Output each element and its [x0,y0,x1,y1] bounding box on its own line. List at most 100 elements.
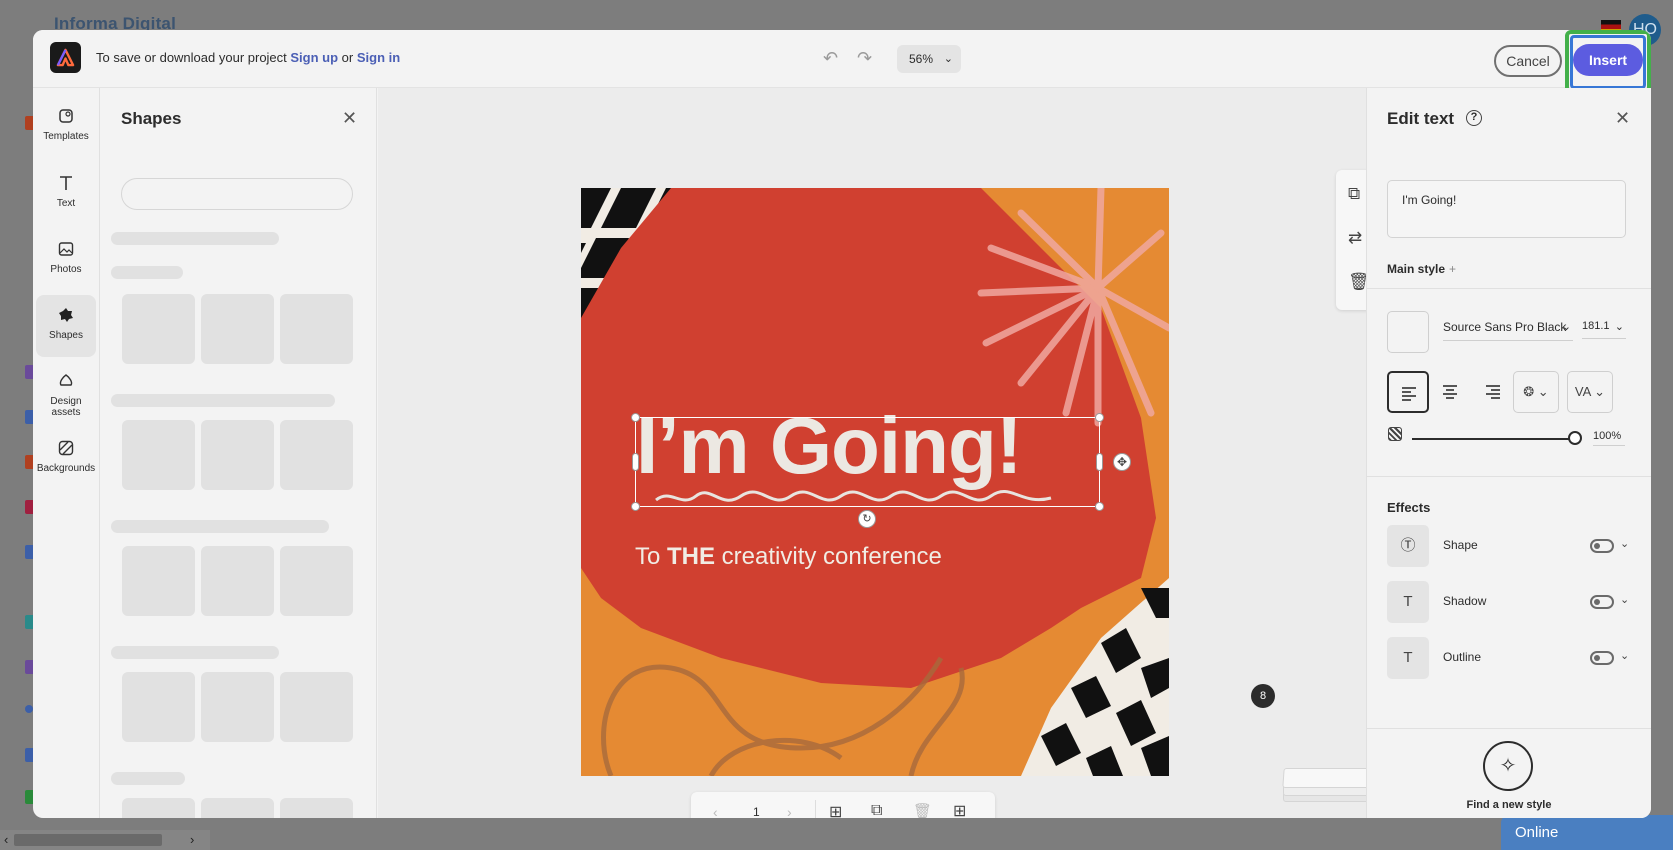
align-center-button[interactable] [1430,371,1472,413]
align-left-button[interactable] [1387,371,1429,413]
panel-title: Shapes [121,109,182,128]
find-new-style[interactable]: ✧ Find a new style [1367,728,1651,818]
next-page-icon[interactable]: › [787,804,792,818]
text-effects-dropdown[interactable]: ❂ ⌄ [1513,371,1559,413]
close-icon[interactable]: ✕ [1615,108,1630,129]
help-icon[interactable]: ? [1466,110,1482,126]
search-input[interactable] [121,178,353,210]
add-style-icon[interactable]: + [1449,262,1456,276]
rail-item-label: Design assets [50,396,82,418]
shadow-icon: T [1387,581,1429,623]
text-shape-icon: Ⓣ [1387,525,1429,567]
duplicate-icon[interactable]: ⧉ [1348,184,1360,204]
rail-item-label: Templates [43,131,89,142]
close-icon[interactable]: ✕ [342,108,357,129]
save-message: To save or download your project Sign up… [96,50,400,65]
rail-item-shapes[interactable]: Shapes [36,295,96,357]
zoom-value: 56% [909,52,934,66]
duplicate-page-icon[interactable]: ⧉ [871,802,882,818]
artboard[interactable]: I’m Going! To THE creativity conference … [581,188,1169,776]
opacity-value[interactable]: 100% [1593,430,1625,446]
shape-tile-placeholder [280,294,353,364]
text-icon [60,176,72,190]
sign-up-link[interactable]: Sign up [290,50,338,65]
delete-page-icon[interactable]: 🗑 [913,802,932,818]
opacity-slider[interactable] [1412,438,1572,440]
shape-tile-placeholder [122,546,195,616]
shape-tile-placeholder [122,672,195,742]
chevron-down-icon: ⌄ [943,53,953,65]
resize-handle[interactable] [631,502,640,511]
backgrounds-icon [58,440,74,456]
divider [815,800,816,818]
save-message-or: or [338,50,357,65]
horizontal-scrollbar[interactable]: ‹ › [0,830,210,850]
canvas-area[interactable]: I’m Going! To THE creativity conference … [378,88,1380,818]
effect-label: Outline [1443,650,1482,664]
shape-tile-placeholder [201,294,274,364]
edit-text-panel: Edit text ? ✕ I'm Going! Main style + Sou… [1366,88,1651,818]
outline-toggle[interactable] [1590,651,1614,665]
rail-item-backgrounds[interactable]: Backgrounds [36,428,96,490]
online-status-pill[interactable]: Online [1501,815,1673,850]
align-left-icon [1402,387,1416,401]
loading-placeholder [111,232,279,245]
letter-spacing-dropdown[interactable]: VA ⌄ [1567,371,1613,413]
scrollbar-thumb[interactable] [14,834,162,846]
rail-item-templates[interactable]: Templates [36,96,96,158]
shape-tile-placeholder [201,546,274,616]
rotate-icon[interactable]: ↻ [858,510,876,528]
chevron-down-icon[interactable]: ⌄ [1620,593,1629,606]
rail-item-text[interactable]: Text [36,163,96,225]
shadow-toggle[interactable] [1590,595,1614,609]
pages-stack[interactable] [1282,768,1380,802]
rail-item-photos[interactable]: Photos [36,229,96,291]
shape-tile-placeholder [280,672,353,742]
design-assets-icon [59,374,73,386]
photos-icon [58,242,74,256]
align-right-button[interactable] [1473,371,1515,413]
magic-wand-icon[interactable]: ✧ [1483,741,1533,791]
scroll-right-icon[interactable]: › [190,830,194,850]
redo-icon[interactable]: ↷ [857,48,872,69]
grid-view-icon[interactable]: ⊞ [953,801,966,818]
bg-sidebar-icon [25,705,33,713]
scroll-left-icon[interactable]: ‹ [4,830,8,850]
effect-row-shadow[interactable]: T Shadow ⌄ [1387,581,1629,623]
align-right-icon [1486,385,1500,399]
effect-row-shape[interactable]: Ⓣ Shape ⌄ [1387,525,1629,567]
loading-placeholder [111,394,335,407]
insert-button[interactable]: Insert [1573,44,1643,76]
selection-box[interactable]: ↻ ✥ [631,413,1131,528]
zoom-dropdown[interactable]: 56% ⌄ [897,45,961,73]
opacity-slider-thumb[interactable] [1568,431,1582,445]
font-size-dropdown[interactable]: 181.1 ⌄ [1582,320,1626,339]
effects-heading: Effects [1387,500,1431,515]
font-family-value: Source Sans Pro Black [1443,320,1567,334]
chevron-down-icon[interactable]: ⌄ [1620,537,1629,550]
editor-modal: To save or download your project Sign up… [33,30,1651,818]
text-color-swatch[interactable] [1387,311,1429,353]
chevron-down-icon[interactable]: ⌄ [1620,649,1629,662]
resize-handle[interactable] [1095,413,1104,422]
resize-handle[interactable] [631,413,640,422]
shape-toggle[interactable] [1590,539,1614,553]
effect-row-outline[interactable]: T Outline ⌄ [1387,637,1629,679]
resize-handle[interactable] [632,453,639,471]
rail-item-label: Text [56,198,76,209]
replace-icon[interactable]: ⇄ [1348,228,1362,248]
prev-page-icon[interactable]: ‹ [713,804,718,818]
sign-in-link[interactable]: Sign in [357,50,400,65]
undo-icon[interactable]: ↶ [823,48,838,69]
cancel-button[interactable]: Cancel [1494,45,1562,77]
font-family-dropdown[interactable]: Source Sans Pro Black ⌄ [1443,320,1573,341]
resize-handle[interactable] [1096,453,1103,471]
resize-handle[interactable] [1095,502,1104,511]
add-page-icon[interactable]: ⊞ [829,802,842,818]
subtitle-text[interactable]: To THE creativity conference [635,543,942,571]
rail-item-design-assets[interactable]: Design assets [36,361,96,423]
loading-placeholder [111,266,183,279]
templates-icon [59,109,73,123]
move-icon[interactable]: ✥ [1113,453,1131,471]
text-content-field[interactable]: I'm Going! [1387,180,1626,238]
